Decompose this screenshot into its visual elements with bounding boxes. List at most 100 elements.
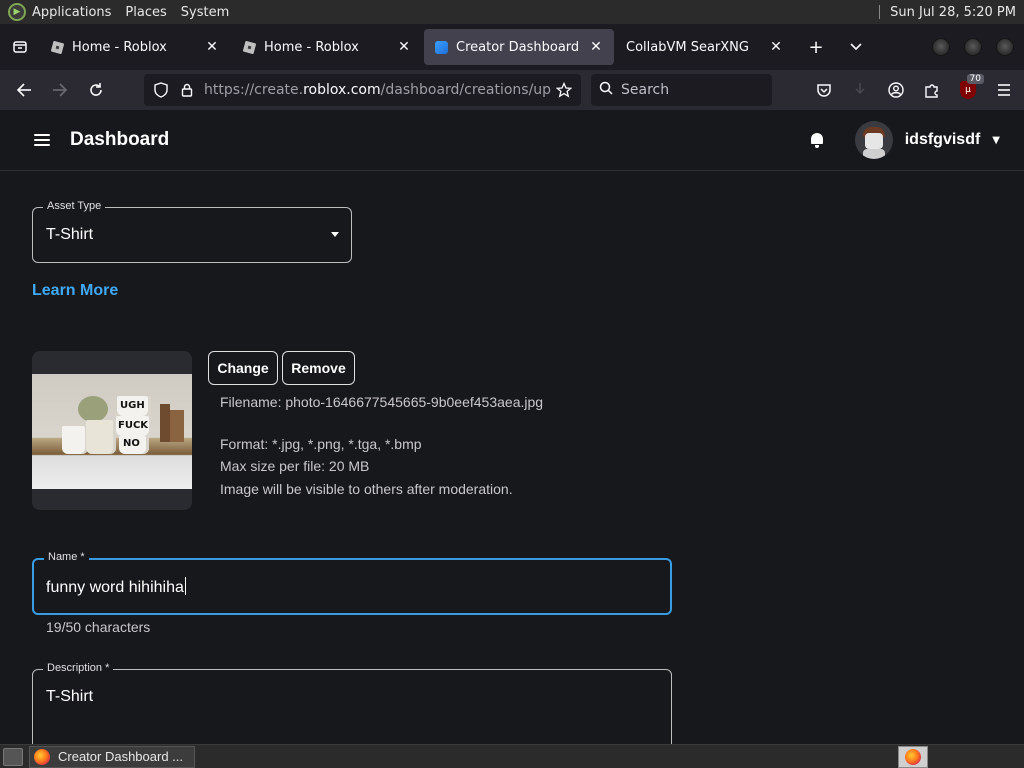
tab-label: CollabVM SearXNG	[626, 39, 749, 55]
new-tab-button[interactable]: +	[796, 24, 836, 70]
pocket-button[interactable]	[806, 74, 842, 106]
firefox-icon	[34, 748, 50, 765]
creator-dashboard-icon	[434, 40, 448, 54]
account-button[interactable]	[878, 74, 914, 106]
text-cursor	[184, 577, 186, 595]
notifications-bell-icon[interactable]	[809, 132, 825, 148]
panel-separator	[879, 5, 881, 19]
minimize-button[interactable]	[932, 38, 950, 56]
caret-down-icon[interactable]: ▼	[992, 135, 1000, 146]
download-icon	[855, 83, 865, 95]
bottom-taskbar: Creator Dashboard ...	[0, 744, 1024, 768]
clock[interactable]: Sun Jul 28, 5:20 PM	[890, 5, 1016, 20]
hamburger-menu-icon	[998, 84, 1010, 96]
system-menu[interactable]: System	[181, 5, 229, 20]
tab-collabvm-searxng[interactable]: CollabVM SearXNG ✕	[616, 29, 794, 65]
tab-strip: Home - Roblox ✕ Home - Roblox ✕ Creator …	[0, 24, 1024, 70]
change-image-button[interactable]: Change	[208, 351, 278, 385]
navigation-toolbar: https://create.roblox.com/dashboard/crea…	[0, 70, 1024, 110]
url-text[interactable]: https://create.roblox.com/dashboard/crea…	[204, 82, 551, 98]
maximize-button[interactable]	[964, 38, 982, 56]
asset-type-value: T-Shirt	[46, 226, 94, 243]
back-arrow-icon	[16, 83, 31, 97]
forward-button[interactable]	[42, 74, 78, 106]
firefox-view-button[interactable]	[0, 24, 40, 70]
reload-button[interactable]	[78, 74, 114, 106]
name-input-value: funny word hihihiha	[46, 577, 186, 596]
url-bar[interactable]: https://create.roblox.com/dashboard/crea…	[144, 74, 581, 106]
roblox-icon	[50, 40, 64, 54]
downloads-button[interactable]	[842, 74, 878, 106]
asset-type-label: Asset Type	[43, 200, 106, 212]
close-tab-icon[interactable]: ✕	[204, 39, 220, 55]
tab-label: Creator Dashboard	[456, 39, 580, 55]
firefox-view-icon	[13, 41, 27, 53]
firefox-icon	[905, 749, 921, 765]
toolbar-icons: μ 70	[806, 74, 1022, 106]
url-domain: roblox.com	[303, 82, 381, 98]
reload-icon	[90, 83, 102, 96]
side-menu-icon[interactable]	[34, 134, 50, 146]
puzzle-piece-icon	[925, 84, 938, 98]
extension-badge: 70	[966, 74, 984, 84]
page-title: Dashboard	[70, 129, 170, 150]
ublock-origin-button[interactable]: μ 70	[950, 74, 986, 106]
name-label: Name *	[44, 551, 89, 563]
extensions-button[interactable]	[914, 74, 950, 106]
filename-text: Filename: photo-1646677545665-9b0eef453a…	[220, 394, 544, 410]
asset-type-select[interactable]: Asset Type T-Shirt	[32, 200, 352, 263]
close-tab-icon[interactable]: ✕	[588, 39, 604, 55]
mug-text-2: FUCK	[118, 420, 149, 431]
account-icon	[888, 82, 904, 98]
taskbar-window-creator-dashboard[interactable]: Creator Dashboard ...	[29, 745, 195, 768]
username[interactable]: idsfgvisdf	[905, 131, 981, 149]
list-all-tabs-button[interactable]	[836, 24, 876, 70]
max-size-text: Max size per file: 20 MB	[220, 458, 370, 474]
search-placeholder: Search	[621, 82, 670, 98]
moderation-note: Image will be visible to others after mo…	[220, 481, 513, 497]
format-text: Format: *.jpg, *.png, *.tga, *.bmp	[220, 436, 422, 452]
name-field[interactable]: Name * funny word hihihiha	[32, 551, 672, 615]
pocket-icon	[817, 83, 831, 97]
tab-creator-dashboard[interactable]: Creator Dashboard ✕	[424, 29, 614, 65]
image-preview: UGH FUCK NO	[32, 351, 192, 510]
app-menu-button[interactable]	[986, 74, 1022, 106]
close-tab-icon[interactable]: ✕	[396, 39, 412, 55]
search-icon	[599, 81, 613, 99]
description-field[interactable]: Description * T-Shirt	[32, 662, 672, 744]
firefox-tray-icon[interactable]	[898, 746, 928, 768]
description-input-value: T-Shirt	[46, 688, 94, 705]
close-window-button[interactable]	[996, 38, 1014, 56]
remove-image-button[interactable]: Remove	[282, 351, 355, 385]
avatar[interactable]	[854, 121, 893, 159]
search-bar[interactable]: Search	[591, 74, 772, 106]
mug-text-1: UGH	[120, 400, 145, 411]
bookmark-star-icon[interactable]	[551, 82, 577, 98]
uploaded-photo: UGH FUCK NO	[32, 374, 192, 489]
learn-more-link[interactable]: Learn More	[32, 282, 118, 300]
places-menu[interactable]: Places	[125, 5, 166, 20]
caret-down-icon	[331, 232, 339, 237]
tab-home-roblox-2[interactable]: Home - Roblox ✕	[232, 29, 422, 65]
taskbar-window-label: Creator Dashboard ...	[58, 749, 184, 764]
lock-icon[interactable]	[174, 83, 200, 97]
tab-home-roblox-1[interactable]: Home - Roblox ✕	[40, 29, 230, 65]
close-tab-icon[interactable]: ✕	[768, 39, 784, 55]
page-content: Dashboard idsfgvisdf ▼ Asset Type T-Shir…	[0, 110, 1024, 744]
tab-label: Home - Roblox	[72, 39, 167, 55]
tab-label: Home - Roblox	[264, 39, 359, 55]
forward-arrow-icon	[53, 83, 68, 97]
name-character-counter: 19/50 characters	[46, 619, 151, 635]
tracking-protection-shield-icon[interactable]	[148, 82, 174, 98]
roblox-icon	[242, 40, 256, 54]
chevron-down-icon	[850, 43, 862, 51]
show-desktop-button[interactable]	[3, 747, 23, 766]
distro-logo-icon[interactable]: ▶	[8, 3, 26, 21]
mug-text-3: NO	[123, 438, 140, 449]
back-button[interactable]	[6, 74, 42, 106]
description-label: Description *	[43, 662, 114, 674]
app-header: Dashboard idsfgvisdf ▼	[0, 110, 1024, 171]
window-controls	[932, 24, 1014, 70]
applications-menu[interactable]: Applications	[32, 5, 111, 20]
system-top-panel: ▶ Applications Places System Sun Jul 28,…	[0, 0, 1024, 24]
